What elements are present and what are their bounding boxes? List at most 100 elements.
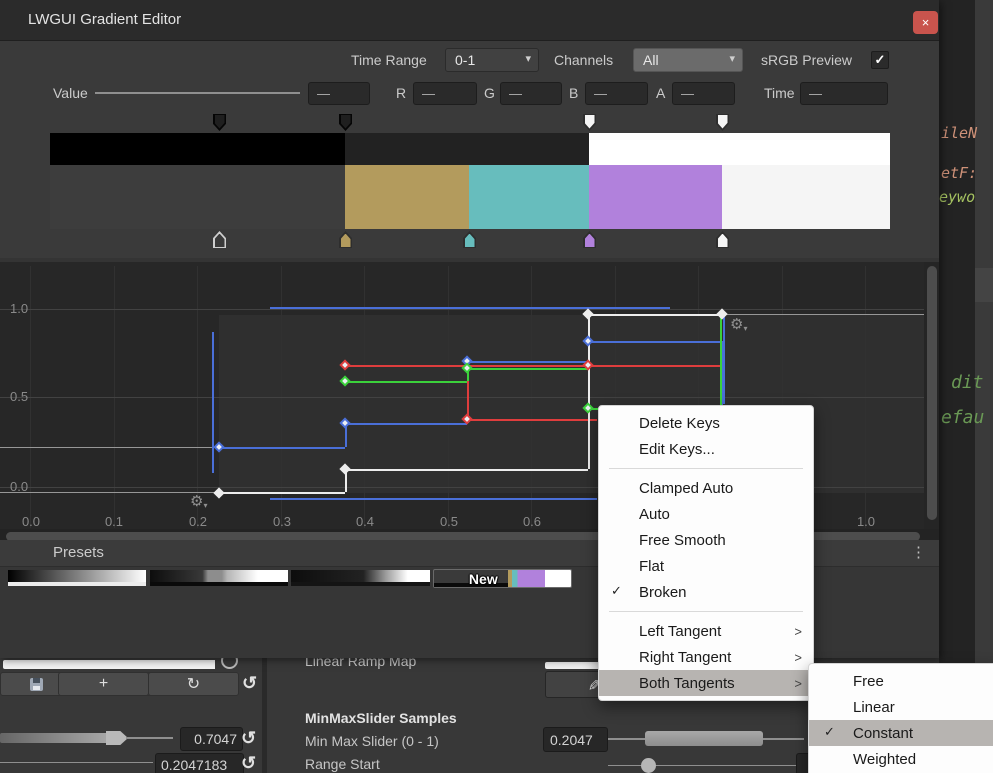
alpha-gradient-segment [50,133,345,165]
curve-segment-blue [588,341,721,343]
curve-segment-blue [270,498,597,500]
context-menu-item-broken[interactable]: ✓Broken [599,579,813,605]
undo-button-value2[interactable]: ↺ [241,753,256,773]
gear-arrow: ▾ [203,501,207,510]
submenu-item-free[interactable]: Free [809,668,993,694]
alpha-key-marker-fill [215,115,225,129]
ramp-preview-bar[interactable] [3,660,215,669]
value2-slider-rail[interactable] [0,762,153,763]
kebab-menu-icon[interactable]: ⋮ [911,543,926,561]
submenu-item-linear[interactable]: Linear [809,694,993,720]
menu-item-label: Flat [639,558,664,575]
a-field[interactable]: — [672,82,735,105]
color-key-marker[interactable] [339,231,352,248]
channels-value: All [643,52,659,68]
srgb-preview-checkbox[interactable]: ✓ [871,51,889,69]
context-menu-item-flat[interactable]: Flat [599,553,813,579]
undo-button-value1[interactable]: ↺ [241,728,256,749]
value2-field[interactable]: 0.2047183 [155,753,244,773]
curve-segment-white [219,492,345,494]
value3-field[interactable]: 0.2047 [543,727,608,752]
color-key-marker[interactable] [583,231,596,248]
save-icon [30,678,43,691]
submenu-item-weighted[interactable]: Weighted [809,746,993,772]
context-menu-item-both-tangents[interactable]: Both Tangents> [599,670,813,696]
alpha-key-marker[interactable] [583,114,596,131]
tangent-submenu: FreeLinear✓ConstantWeighted [808,663,993,773]
x-axis-tick-label: 0.4 [352,514,378,529]
code-text: efau [941,407,984,428]
minmax-range-bar[interactable] [645,731,763,746]
context-menu-item-auto[interactable]: Auto [599,501,813,527]
b-field[interactable]: — [585,82,648,105]
code-text: eywo [939,188,975,206]
color-gradient-segment [722,165,890,229]
menu-item-label: Clamped Auto [639,480,733,497]
gradient-alpha-strip[interactable] [0,133,939,165]
channels-dropdown[interactable]: All ▾ [633,48,743,72]
curve-segment-blue [270,307,670,309]
menu-item-label: Right Tangent [639,649,731,666]
gear-glyph: ⚙ [730,316,743,333]
menu-item-label: Free Smooth [639,532,726,549]
color-key-marker[interactable] [213,231,226,248]
new-preset-button[interactable]: New [433,569,572,588]
curve-segment-dim [722,314,924,315]
check-icon: ✓ [875,52,886,68]
y-axis-tick-label: 1.0 [10,301,28,316]
time-range-dropdown[interactable]: 0-1 ▾ [445,48,539,72]
context-menu-item-delete-keys[interactable]: Delete Keys [599,410,813,436]
alpha-gradient-segment [589,133,890,165]
context-menu-item-left-tangent[interactable]: Left Tangent> [599,618,813,644]
color-key-marker[interactable] [716,231,729,248]
context-menu-item-free-smooth[interactable]: Free Smooth [599,527,813,553]
gear-icon[interactable]: ⚙▾ [730,315,747,333]
r-field[interactable]: — [413,82,477,105]
color-key-marker[interactable] [463,231,476,248]
curve-key-center [216,444,222,450]
add-ramp-button[interactable]: + [58,672,149,696]
undo-button-top[interactable]: ↺ [242,673,257,694]
alpha-key-marker-fill [341,115,351,129]
menu-item-label: Auto [639,506,670,523]
curve-key-center [585,362,591,368]
value1-slider-thumb[interactable] [106,731,128,745]
curve-key-center [585,405,591,411]
preset-swatch-gradient [8,570,146,582]
menu-item-label: Constant [853,725,913,742]
alpha-key-marker[interactable] [716,114,729,131]
context-menu-item-right-tangent[interactable]: Right Tangent > [599,644,813,670]
submenu-arrow-icon: > [794,676,802,691]
gradient-color-strip[interactable] [0,165,939,229]
refresh-ramp-button[interactable]: ↻ [148,672,239,696]
color-gradient-segment [50,165,345,229]
a-label: A [656,85,665,101]
context-menu-item-edit-keys[interactable]: Edit Keys... [599,436,813,462]
time-field[interactable]: — [800,82,888,105]
submenu-item-constant[interactable]: ✓Constant [809,720,993,746]
alpha-key-marker[interactable] [339,114,352,131]
submenu-arrow-icon: > [794,650,802,665]
preset-swatch[interactable] [150,570,288,586]
close-button[interactable]: × [913,11,938,34]
value1-slider-rail[interactable] [126,737,173,739]
vertical-scrollbar-thumb[interactable] [927,266,937,520]
gridline-y [0,397,924,398]
menu-item-label: Left Tangent [639,623,721,640]
value1-field[interactable]: 0.7047 [180,727,243,751]
gear-icon[interactable]: ⚙▾ [190,492,207,510]
value-field[interactable]: — [308,82,370,105]
context-menu-item-clamped-auto[interactable]: Clamped Auto [599,475,813,501]
value1-slider-track[interactable] [0,733,110,743]
chevron-down-icon: ▾ [525,52,531,65]
range-start-rail[interactable] [608,765,800,766]
preset-swatch[interactable] [291,570,430,586]
preset-swatch-alpha [291,582,430,586]
alpha-key-marker[interactable] [213,114,226,131]
preset-swatch[interactable] [8,570,146,586]
preset-swatch-alpha [150,582,288,586]
time-range-label: Time Range [351,52,427,68]
g-field[interactable]: — [500,82,562,105]
range-start-thumb[interactable] [641,758,656,773]
value-slider[interactable] [95,92,300,94]
